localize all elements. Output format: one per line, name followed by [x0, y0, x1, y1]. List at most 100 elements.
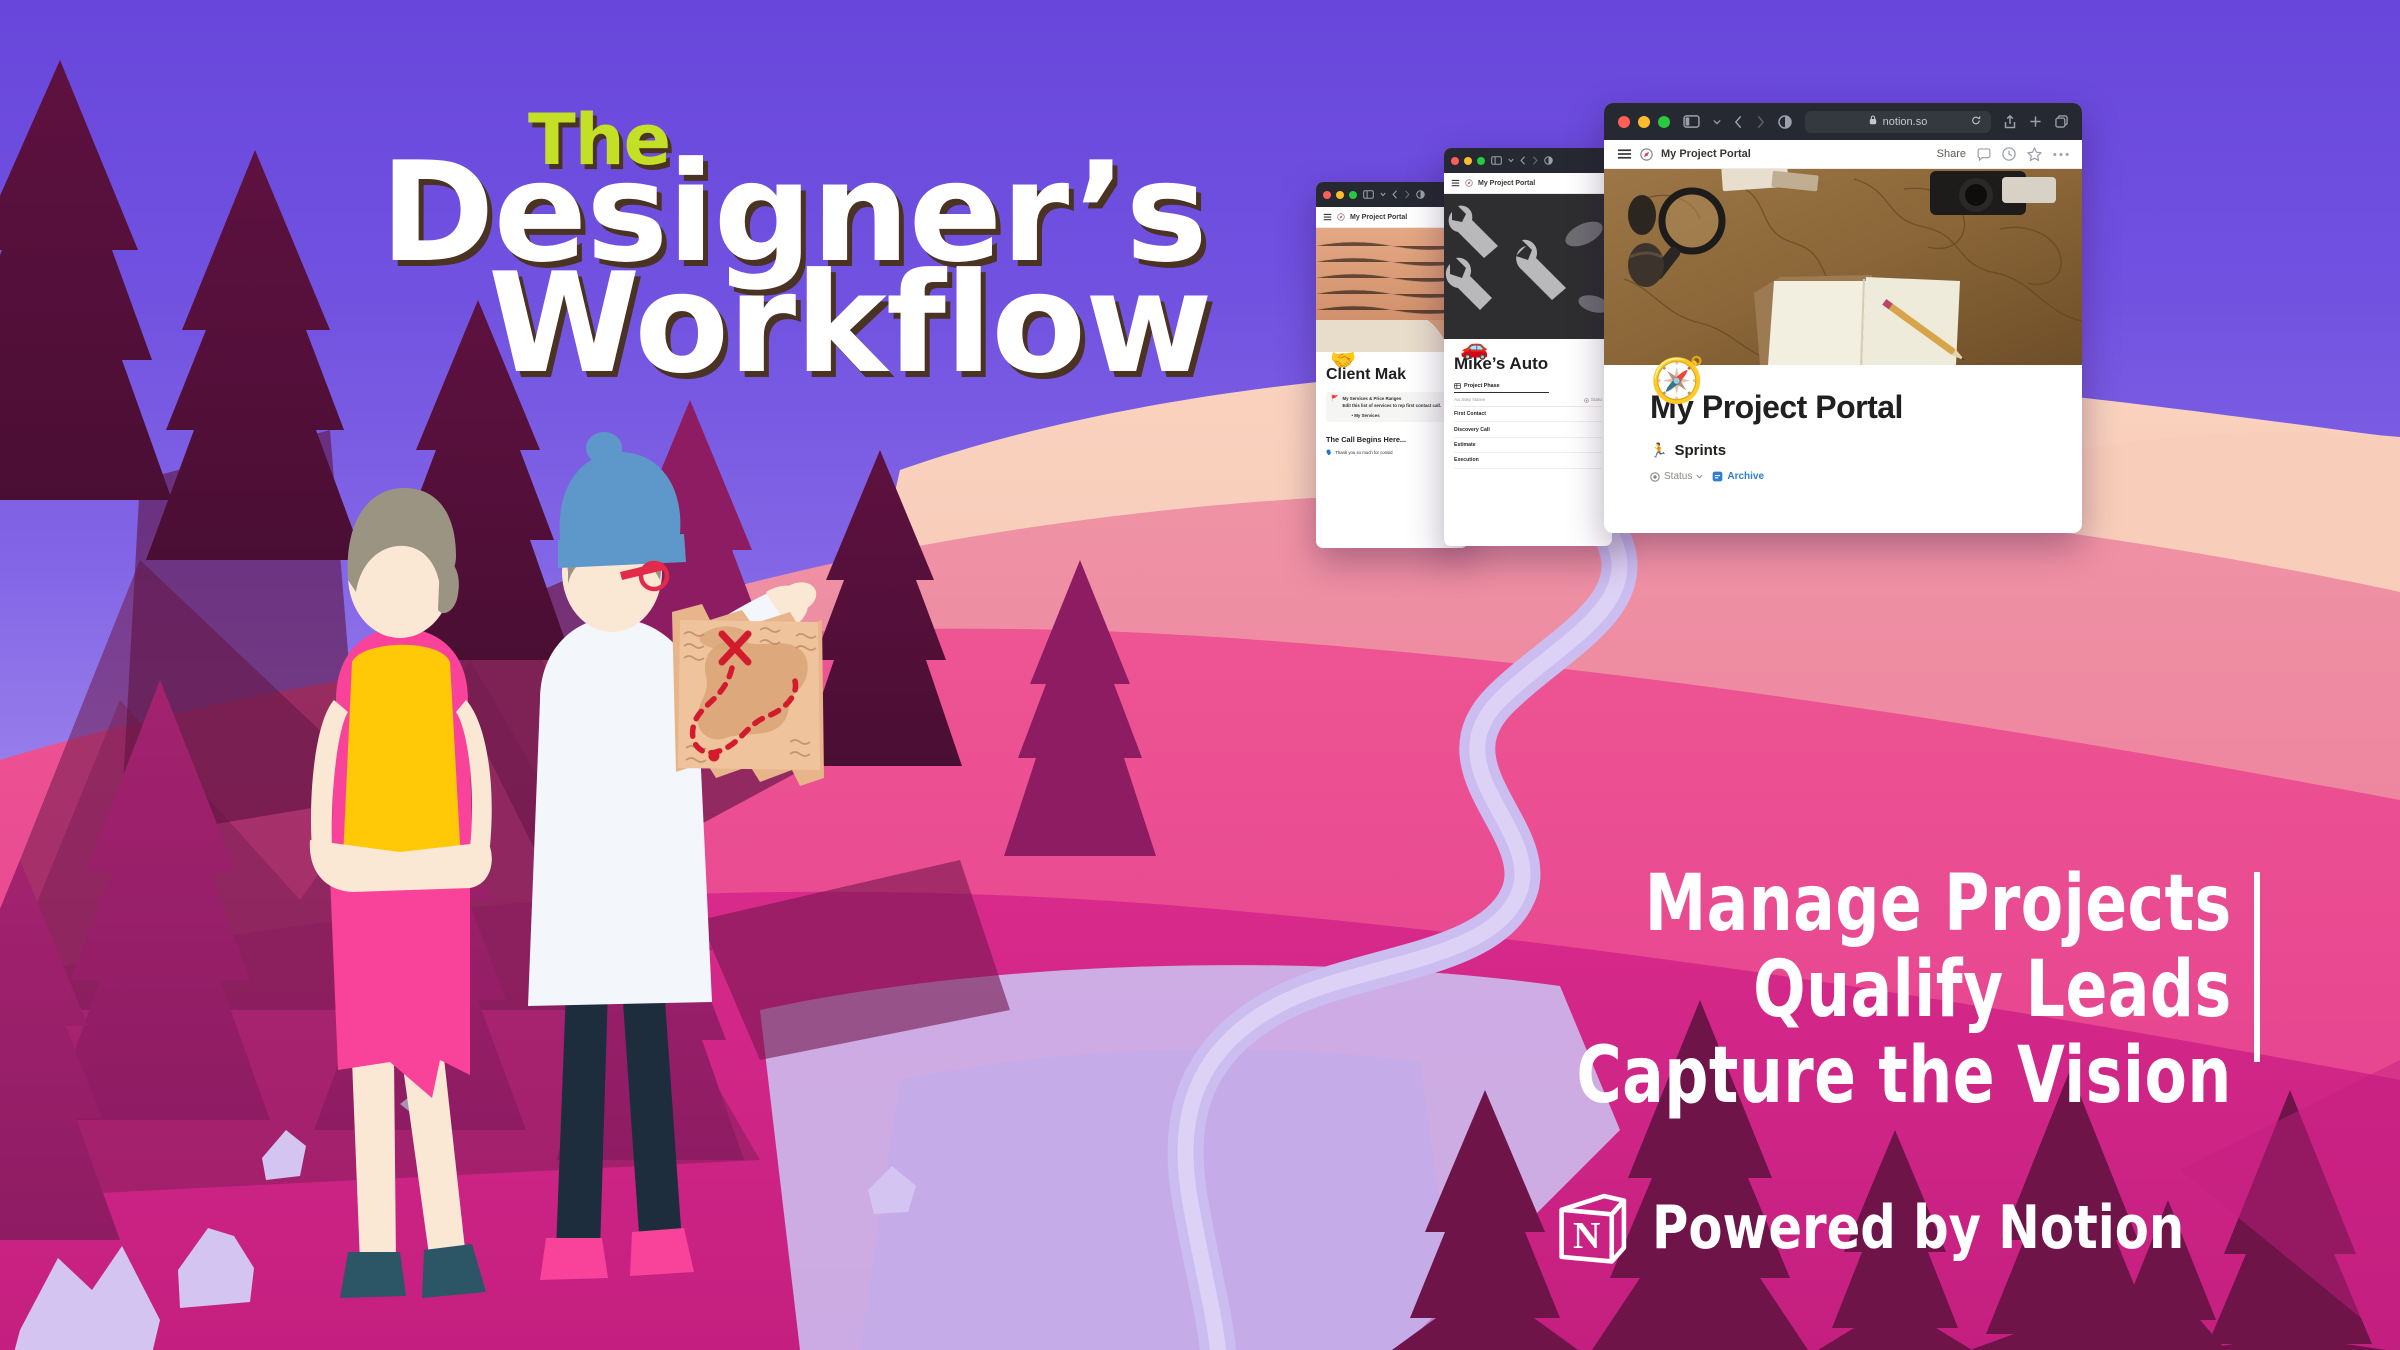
filter-label: Archive	[1727, 471, 1765, 482]
page-emoji: 🚗	[1460, 334, 1489, 360]
database-tab[interactable]: Project Phase	[1454, 383, 1549, 393]
reload-icon[interactable]	[1971, 115, 1981, 128]
traffic-lights[interactable]	[1618, 115, 1670, 128]
comment-icon[interactable]	[1977, 147, 1991, 161]
hamburger-icon[interactable]	[1451, 179, 1460, 187]
share-button[interactable]: Share	[1937, 148, 1966, 160]
powered-by-notion: N Powered by Notion	[1554, 1190, 2231, 1266]
chevron-down-icon[interactable]	[1713, 119, 1721, 125]
chevron-down-icon[interactable]	[1508, 158, 1514, 163]
flag-icon: 🚩	[1331, 396, 1339, 402]
callout-heading: My Services & Price Ranges	[1342, 396, 1402, 401]
tab-label: Project Phase	[1464, 383, 1500, 389]
clock-icon[interactable]	[2002, 147, 2016, 161]
back-icon[interactable]	[1734, 115, 1743, 129]
breadcrumb[interactable]: My Project Portal	[1478, 180, 1535, 187]
poster-canvas: The Designer’s Workflow Manage Projects …	[0, 0, 2400, 1350]
table-row[interactable]: First Contact	[1454, 407, 1602, 423]
reader-mode-icon[interactable]	[1544, 156, 1553, 165]
callout-body: Edit this list of services to rep first …	[1342, 402, 1442, 408]
forward-icon[interactable]	[1404, 190, 1410, 199]
forward-icon[interactable]	[1756, 115, 1765, 129]
section-label: Sprints	[1674, 442, 1727, 459]
sub-bullet[interactable]: • My Services	[1351, 413, 1441, 418]
back-icon[interactable]	[1520, 156, 1526, 165]
filter-chips: Status Archive	[1650, 471, 2036, 482]
page-cover-map-notebook	[1604, 169, 2082, 365]
section-sprints[interactable]: 🏃 Sprints	[1650, 442, 2036, 459]
compass-icon	[1465, 179, 1473, 187]
table-header-row: Aa Step Name Statu	[1454, 398, 1602, 407]
archive-filter-icon	[1712, 471, 1723, 482]
browser-window-my-project-portal[interactable]: notion.so My Project Portal Share 🧭 My P…	[1604, 103, 2082, 533]
minimize-window-icon[interactable]	[1638, 115, 1650, 128]
hamburger-icon[interactable]	[1617, 148, 1632, 160]
back-icon[interactable]	[1392, 190, 1398, 199]
breadcrumb[interactable]: My Project Portal	[1661, 148, 1751, 160]
runner-icon: 🏃	[1650, 442, 1668, 458]
column-header-step-name[interactable]: Aa Step Name	[1454, 398, 1485, 403]
close-window-icon[interactable]	[1618, 115, 1630, 128]
forward-icon[interactable]	[1532, 156, 1538, 165]
star-icon[interactable]	[2027, 147, 2042, 161]
page-body: 🚗 Mike’s Auto Project Phase Aa Step Name…	[1444, 336, 1612, 469]
traffic-lights[interactable]	[1323, 190, 1357, 199]
chevron-down-icon[interactable]	[1380, 192, 1386, 197]
column-label: Statu	[1590, 398, 1602, 403]
lock-icon	[1869, 115, 1877, 128]
table-row[interactable]: Estimate	[1454, 438, 1602, 454]
zoom-window-icon[interactable]	[1477, 156, 1485, 165]
page-emoji: 🧭	[1650, 356, 1705, 405]
page-body: 🧭 My Project Portal 🏃 Sprints Status Arc…	[1604, 359, 2082, 483]
status-column-icon	[1583, 398, 1589, 403]
table-view-icon	[1454, 383, 1461, 389]
notion-logo-icon: N	[1558, 1193, 1626, 1264]
close-window-icon[interactable]	[1451, 156, 1459, 165]
browser-chrome: notion.so	[1604, 103, 2082, 140]
callout-block: 🚩 My Services & Price Ranges Edit this l…	[1326, 392, 1458, 422]
new-tab-icon[interactable]	[2029, 115, 2042, 128]
zoom-window-icon[interactable]	[1658, 115, 1670, 128]
hamburger-icon[interactable]	[1323, 213, 1332, 221]
page-cover-wrenches	[1444, 194, 1612, 339]
table-row[interactable]: Discovery Call	[1454, 422, 1602, 438]
status-filter-icon	[1650, 471, 1660, 482]
zoom-window-icon[interactable]	[1349, 190, 1357, 199]
column-header-status[interactable]: Statu	[1583, 398, 1602, 403]
sidebar-icon[interactable]	[1683, 115, 1700, 128]
sidebar-icon[interactable]	[1363, 190, 1374, 199]
compass-icon	[1640, 147, 1653, 161]
share-icon[interactable]	[2004, 114, 2016, 129]
filter-label: Status	[1664, 471, 1693, 482]
browser-chrome	[1444, 148, 1612, 173]
sub-bullet-label: My Services	[1354, 412, 1380, 418]
minimize-window-icon[interactable]	[1464, 156, 1472, 165]
filter-chip-status[interactable]: Status	[1650, 471, 1703, 482]
table-row[interactable]: Execution	[1454, 453, 1602, 469]
url-text: notion.so	[1882, 115, 1928, 128]
quote-block: 🗣️ Thank you so much for consid	[1326, 450, 1458, 456]
minimize-window-icon[interactable]	[1336, 190, 1344, 199]
notion-app-header: My Project Portal	[1444, 173, 1612, 194]
quote-text: Thank you so much for consid	[1335, 449, 1393, 455]
reader-mode-icon[interactable]	[1778, 114, 1792, 129]
filter-chip-archive[interactable]: Archive	[1712, 471, 1764, 482]
section-heading: The Call Begins Here...	[1326, 434, 1407, 444]
treasure-map	[672, 604, 824, 786]
speaking-head-icon: 🗣️	[1326, 449, 1333, 456]
svg-text:N: N	[1572, 1215, 1599, 1257]
header-actions: Share	[1937, 147, 2069, 161]
sidebar-icon[interactable]	[1491, 156, 1502, 165]
column-label: Step Name	[1461, 398, 1486, 403]
address-bar[interactable]: notion.so	[1805, 110, 1991, 133]
reader-mode-icon[interactable]	[1416, 190, 1425, 199]
breadcrumb[interactable]: My Project Portal	[1350, 214, 1407, 221]
ellipsis-icon[interactable]	[2053, 152, 2069, 157]
browser-window-mikes-auto[interactable]: My Project Portal 🚗 Mike’s Auto Project …	[1444, 148, 1612, 546]
powered-by-notion-label: Powered by Notion	[1651, 1193, 2184, 1263]
page-heading: My Project Portal	[1650, 389, 1903, 425]
close-window-icon[interactable]	[1323, 190, 1331, 199]
tab-overview-icon[interactable]	[2055, 115, 2068, 128]
traffic-lights[interactable]	[1451, 156, 1485, 165]
compass-icon	[1337, 213, 1345, 221]
